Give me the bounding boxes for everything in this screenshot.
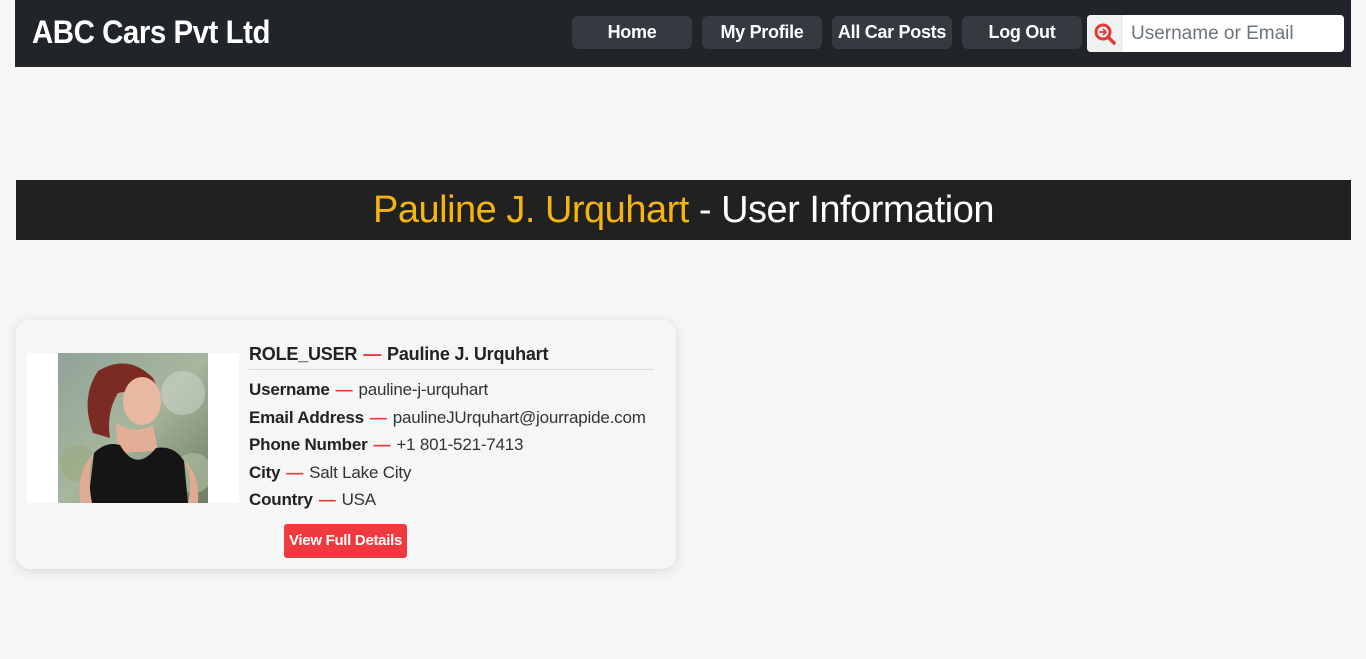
page-title-user-name: Pauline J. Urquhart bbox=[373, 189, 689, 231]
separator-dash: — bbox=[286, 462, 304, 482]
detail-row-country: Country — USA bbox=[249, 486, 654, 514]
user-avatar bbox=[58, 353, 208, 503]
user-details-list: Username — pauline-j-urquhart Email Addres… bbox=[249, 376, 654, 514]
detail-row-username: Username — pauline-j-urquhart bbox=[249, 376, 654, 404]
search-box bbox=[1087, 15, 1344, 52]
user-card: ROLE_USER — Pauline J. Urquhart Username — p… bbox=[16, 320, 676, 569]
detail-value: pauline-j-urquhart bbox=[358, 380, 489, 399]
user-info: ROLE_USER — Pauline J. Urquhart Username — p… bbox=[249, 342, 654, 514]
search-input[interactable] bbox=[1123, 15, 1338, 52]
separator-dash: — bbox=[318, 490, 336, 509]
detail-label: Email Address bbox=[249, 407, 364, 427]
detail-value: paulineJUrquhart@jourrapide.com bbox=[392, 407, 646, 427]
user-role: ROLE_USER bbox=[249, 344, 358, 364]
user-full-name: Pauline J. Urquhart bbox=[387, 344, 549, 364]
nav-all-car-posts-button[interactable]: All Car Posts bbox=[832, 16, 952, 49]
detail-value: +1 801-521-7413 bbox=[396, 435, 524, 454]
detail-label: City bbox=[249, 462, 281, 482]
detail-value: USA bbox=[341, 490, 377, 509]
nav-home-button[interactable]: Home bbox=[572, 16, 692, 49]
detail-row-email: Email Address — paulineJUrquhart@jourrapid… bbox=[249, 404, 654, 432]
user-info-header: ROLE_USER — Pauline J. Urquhart bbox=[249, 342, 654, 370]
separator-dash: — bbox=[369, 407, 387, 427]
user-photo-frame bbox=[27, 353, 239, 503]
navbar: ABC Cars Pvt Ltd Home My Profile All Car… bbox=[15, 0, 1351, 67]
search-icon[interactable] bbox=[1087, 15, 1123, 52]
nav-log-out-button[interactable]: Log Out bbox=[962, 16, 1082, 49]
detail-row-city: City — Salt Lake City bbox=[249, 459, 654, 487]
page-title-suffix: - User Information bbox=[688, 189, 995, 231]
detail-label: Country bbox=[249, 490, 313, 509]
detail-label: Username bbox=[249, 380, 330, 399]
detail-label: Phone Number bbox=[249, 435, 368, 454]
separator-dash: — bbox=[373, 435, 391, 454]
detail-row-phone: Phone Number — +1 801-521-7413 bbox=[249, 431, 654, 459]
nav-my-profile-button[interactable]: My Profile bbox=[702, 16, 822, 49]
detail-value: Salt Lake City bbox=[309, 462, 412, 482]
separator-dash: — bbox=[363, 344, 382, 364]
brand-logo-text[interactable]: ABC Cars Pvt Ltd bbox=[32, 12, 270, 52]
separator-dash: — bbox=[335, 380, 353, 399]
view-full-details-button[interactable]: View Full Details bbox=[284, 524, 407, 558]
page-title: Pauline J. Urquhart - User Information bbox=[16, 180, 1351, 240]
